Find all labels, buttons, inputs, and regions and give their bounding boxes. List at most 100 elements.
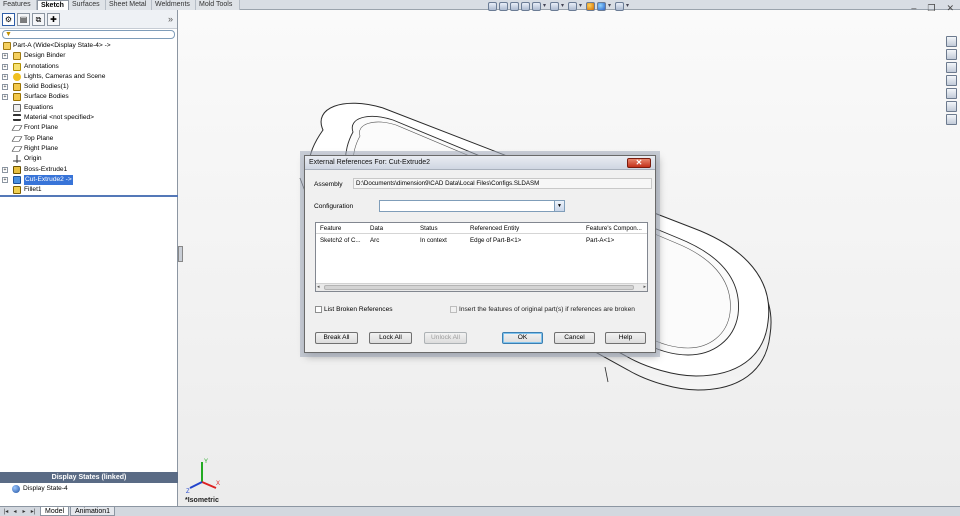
- dialog-title: External References For: Cut-Extrude2: [305, 156, 655, 170]
- chevron-right-icon[interactable]: »: [168, 14, 173, 24]
- chevron-down-icon[interactable]: ▼: [554, 201, 564, 211]
- minimize-icon[interactable]: –: [911, 3, 916, 14]
- display-style-icon[interactable]: [550, 2, 559, 11]
- tree-item-design-binder[interactable]: + Design Binder: [0, 51, 178, 61]
- prev-tab-icon[interactable]: ◂: [11, 508, 19, 516]
- tab-weldments[interactable]: Weldments: [152, 0, 196, 10]
- configuration-select[interactable]: ▼: [379, 200, 565, 212]
- resources-icon[interactable]: [946, 36, 957, 47]
- configuration-manager-tab-icon[interactable]: ⧉: [32, 12, 45, 26]
- tree-item-label: Fillet1: [24, 186, 42, 194]
- feature-manager-tab-icon[interactable]: ⚙: [2, 12, 15, 26]
- chevron-down-icon[interactable]: ▾: [561, 2, 566, 11]
- view-palette-icon[interactable]: [946, 88, 957, 99]
- tree-item-plane[interactable]: Right Plane: [0, 144, 178, 154]
- appearances-icon[interactable]: [946, 101, 957, 112]
- column-header-data[interactable]: Data: [370, 223, 416, 234]
- rollback-bar[interactable]: [0, 195, 178, 197]
- view-settings-icon[interactable]: [615, 2, 624, 11]
- property-manager-tab-icon[interactable]: ▤: [17, 12, 30, 26]
- tree-item-cut-extrude[interactable]: + Cut-Extrude2 ->: [0, 174, 178, 186]
- insert-features-checkbox[interactable]: [450, 306, 457, 313]
- restore-icon[interactable]: ❐: [927, 3, 935, 14]
- close-button[interactable]: ✕: [627, 158, 651, 168]
- zoom-to-fit-icon[interactable]: [488, 2, 497, 11]
- ok-button[interactable]: OK: [502, 332, 543, 344]
- previous-view-icon[interactable]: [510, 2, 519, 11]
- tab-model[interactable]: Model: [40, 507, 70, 516]
- panel-splitter-handle[interactable]: [178, 246, 183, 262]
- column-header-referenced-entity[interactable]: Referenced Entity: [470, 223, 582, 234]
- tree-item-annotations[interactable]: + Annotations: [0, 62, 178, 72]
- chevron-down-icon[interactable]: ▾: [608, 2, 613, 11]
- tree-item-surface-bodies[interactable]: + Surface Bodies: [0, 92, 178, 102]
- column-header-status[interactable]: Status: [420, 223, 468, 234]
- material-icon: [13, 114, 21, 122]
- column-header-feature[interactable]: Feature: [320, 223, 368, 234]
- custom-properties-icon[interactable]: [946, 114, 957, 125]
- tree-root[interactable]: Part-A (Wide<Display State-4> ->: [0, 41, 178, 51]
- chevron-down-icon[interactable]: ▾: [543, 2, 548, 11]
- x-axis-label: X: [216, 481, 220, 487]
- tab-features[interactable]: Features: [0, 0, 37, 10]
- tree-item-label: Solid Bodies(1): [24, 83, 69, 91]
- unlock-all-button[interactable]: Unlock All: [424, 332, 467, 344]
- file-explorer-icon[interactable]: [946, 62, 957, 73]
- references-list[interactable]: Feature Data Status Referenced Entity Fe…: [315, 222, 648, 292]
- tree-item-boss-extrude[interactable]: + Boss-Extrude1: [0, 165, 178, 175]
- tree-item-solid-bodies[interactable]: + Solid Bodies(1): [0, 82, 178, 92]
- search-icon[interactable]: [946, 75, 957, 86]
- dimxpert-tab-icon[interactable]: ✚: [47, 12, 60, 26]
- next-tab-icon[interactable]: ▸: [20, 508, 28, 516]
- tree-item-material[interactable]: Material <not specified>: [0, 113, 178, 123]
- expand-icon[interactable]: +: [2, 53, 8, 60]
- scroll-left-icon[interactable]: ◂: [317, 284, 320, 291]
- expand-icon[interactable]: +: [2, 176, 8, 183]
- tree-item-label: Equations: [24, 103, 54, 111]
- close-icon[interactable]: ✕: [946, 3, 954, 14]
- design-library-icon[interactable]: [946, 49, 957, 60]
- tree-filter-input[interactable]: ▼: [2, 30, 175, 39]
- cancel-button[interactable]: Cancel: [554, 332, 595, 344]
- tab-animation1[interactable]: Animation1: [70, 507, 116, 516]
- tree-item-equations[interactable]: Equations: [0, 103, 178, 113]
- insert-features-label: Insert the features of original part(s) …: [459, 306, 635, 313]
- view-orientation-icon[interactable]: [532, 2, 541, 11]
- assembly-label: Assembly: [314, 181, 343, 188]
- zoom-area-icon[interactable]: [499, 2, 508, 11]
- apply-scene-icon[interactable]: [597, 2, 606, 11]
- expand-icon[interactable]: +: [2, 94, 8, 101]
- expand-icon[interactable]: +: [2, 73, 8, 80]
- tree-item-lights[interactable]: + Lights, Cameras and Scene: [0, 72, 178, 82]
- help-button[interactable]: Help: [605, 332, 646, 344]
- column-header-feature-component[interactable]: Feature's Compon...: [586, 223, 648, 234]
- scrollbar-thumb[interactable]: [324, 285, 634, 290]
- scroll-right-icon[interactable]: ▸: [643, 284, 646, 291]
- edit-appearance-icon[interactable]: [586, 2, 595, 11]
- tab-mold-tools[interactable]: Mold Tools: [196, 0, 240, 10]
- tab-sheet-metal[interactable]: Sheet Metal: [106, 0, 152, 10]
- break-all-button[interactable]: Break All: [315, 332, 358, 344]
- expand-icon[interactable]: +: [2, 63, 8, 70]
- first-tab-icon[interactable]: |◂: [2, 508, 10, 516]
- table-row[interactable]: Sketch2 of C... Arc In context Edge of P…: [316, 235, 647, 246]
- hide-show-items-icon[interactable]: [568, 2, 577, 11]
- chevron-down-icon[interactable]: ▾: [626, 2, 631, 11]
- section-view-icon[interactable]: [521, 2, 530, 11]
- tab-sketch[interactable]: Sketch: [37, 0, 69, 10]
- expand-icon[interactable]: +: [2, 166, 8, 173]
- last-tab-icon[interactable]: ▸|: [29, 508, 37, 516]
- tree-item-plane[interactable]: Top Plane: [0, 134, 178, 144]
- horizontal-scrollbar[interactable]: ◂ ▸: [316, 283, 647, 291]
- list-broken-references-checkbox[interactable]: [315, 306, 322, 313]
- tree-item-label: Design Binder: [24, 52, 66, 60]
- display-state-item[interactable]: Display State-4: [0, 484, 178, 494]
- tree-item-fillet[interactable]: Fillet1: [0, 185, 178, 195]
- chevron-down-icon[interactable]: ▾: [579, 2, 584, 11]
- lock-all-button[interactable]: Lock All: [369, 332, 412, 344]
- tab-surfaces[interactable]: Surfaces: [69, 0, 106, 10]
- expand-icon[interactable]: +: [2, 84, 8, 91]
- tree-item-origin[interactable]: Origin: [0, 154, 178, 164]
- tree-item-plane[interactable]: Front Plane: [0, 123, 178, 133]
- surface-bodies-icon: [13, 93, 21, 102]
